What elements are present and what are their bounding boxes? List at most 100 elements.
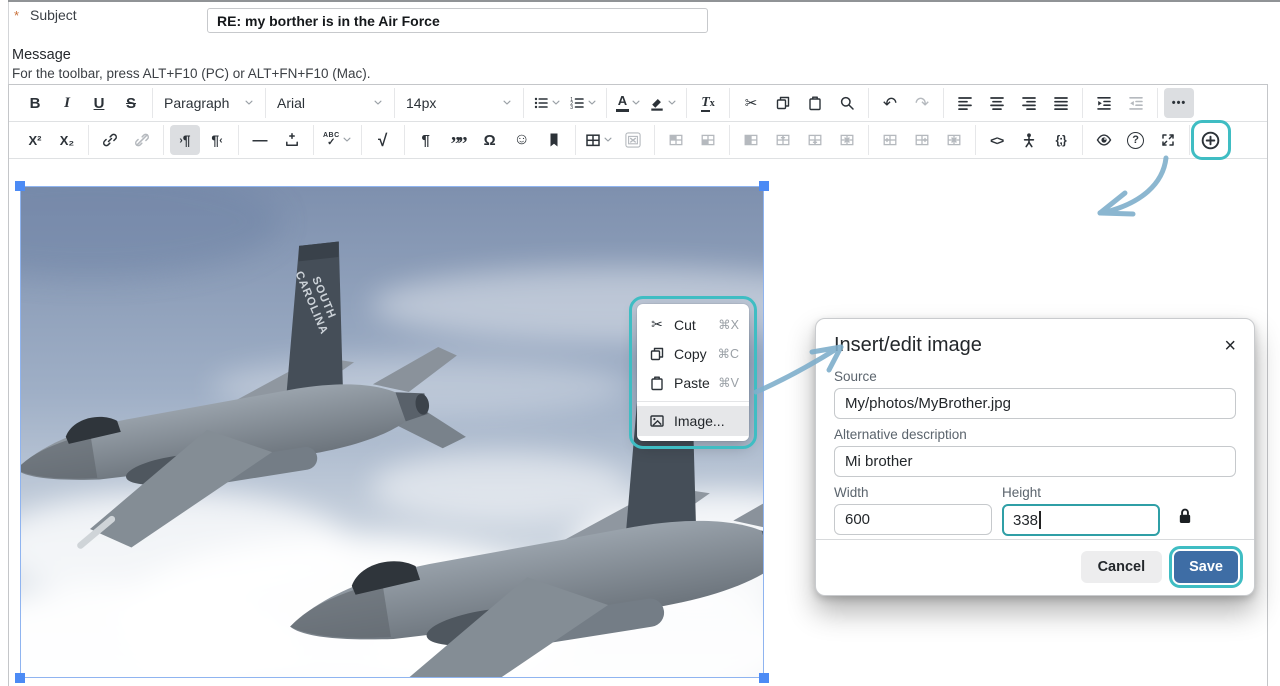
resize-handle-bottom-left[interactable] <box>15 673 25 683</box>
more-toolbar-button[interactable]: ••• <box>1164 88 1194 118</box>
page-break-button[interactable] <box>277 125 307 155</box>
insert-column-after-button[interactable] <box>907 125 937 155</box>
ltr-direction-button[interactable]: ›¶ <box>170 125 200 155</box>
text-cursor <box>1039 511 1041 529</box>
special-character-button[interactable]: Ω <box>475 125 505 155</box>
math-formula-button[interactable]: √ <box>368 125 398 155</box>
clear-formatting-button[interactable]: Tx <box>693 88 723 118</box>
align-left-icon <box>957 95 973 111</box>
chevron-down-icon <box>244 98 254 108</box>
page: * Subject Message For the toolbar, press… <box>0 0 1280 686</box>
scissors-icon: ✂ <box>647 316 667 333</box>
highlight-color-button[interactable] <box>646 88 680 118</box>
cut-button[interactable]: ✂ <box>736 88 766 118</box>
width-input[interactable] <box>834 504 992 535</box>
row-properties-button[interactable] <box>736 125 766 155</box>
insert-table-button[interactable] <box>582 125 616 155</box>
text-color-button[interactable]: A <box>613 88 644 118</box>
alt-description-input[interactable] <box>834 446 1236 477</box>
horizontal-rule-icon: — <box>253 133 268 148</box>
height-input[interactable]: 338 <box>1002 504 1160 536</box>
align-right-button[interactable] <box>1014 88 1044 118</box>
resize-handle-bottom-right[interactable] <box>759 673 769 683</box>
redo-button[interactable]: ↷ <box>907 88 937 118</box>
emoticons-button[interactable]: ☺ <box>507 125 537 155</box>
subject-input[interactable] <box>207 8 708 33</box>
copy-icon <box>775 95 791 111</box>
preview-button[interactable] <box>1089 125 1119 155</box>
undo-button[interactable]: ↶ <box>875 88 905 118</box>
question-mark-icon: ? <box>1127 132 1144 149</box>
width-label: Width <box>834 485 992 500</box>
outdent-button[interactable] <box>1121 88 1151 118</box>
constrain-proportions-lock-icon[interactable] <box>1176 507 1194 525</box>
align-left-button[interactable] <box>950 88 980 118</box>
justify-button[interactable] <box>1046 88 1076 118</box>
resize-handle-top-left[interactable] <box>15 181 25 191</box>
delete-column-button[interactable] <box>939 125 969 155</box>
bold-button[interactable]: B <box>20 88 50 118</box>
fullscreen-button[interactable] <box>1153 125 1183 155</box>
bullet-list-button[interactable] <box>530 88 564 118</box>
insert-image-plus-button[interactable] <box>1196 125 1226 155</box>
search-button[interactable] <box>832 88 862 118</box>
context-menu-item-image[interactable]: Image... <box>637 406 749 436</box>
subject-label: Subject <box>30 7 77 23</box>
resize-handle-top-right[interactable] <box>759 181 769 191</box>
show-paragraph-marks-button[interactable]: ¶ <box>411 125 441 155</box>
font-size-select[interactable]: 14px <box>401 88 517 118</box>
dialog-title: Insert/edit image <box>834 334 982 357</box>
delete-row-button[interactable] <box>832 125 862 155</box>
spellcheck-icon: ABC✓ <box>323 132 340 148</box>
insert-row-after-button[interactable] <box>800 125 830 155</box>
blockquote-button[interactable]: ”” <box>443 125 473 155</box>
align-right-icon <box>1021 95 1037 111</box>
paste-button[interactable] <box>800 88 830 118</box>
superscript-button[interactable]: X² <box>20 125 50 155</box>
insert-column-before-button[interactable] <box>875 125 905 155</box>
insert-row-after-icon <box>807 132 823 148</box>
copy-button[interactable] <box>768 88 798 118</box>
insert-edit-image-dialog: Insert/edit image × Source Alternative d… <box>815 318 1255 596</box>
insert-column-before-icon <box>882 132 898 148</box>
subscript-button[interactable]: X₂ <box>52 125 82 155</box>
outdent-icon <box>1128 95 1144 111</box>
strikethrough-button[interactable]: S <box>116 88 146 118</box>
cancel-button[interactable]: Cancel <box>1081 551 1163 583</box>
insert-row-before-button[interactable] <box>768 125 798 155</box>
chevron-down-icon <box>631 98 641 108</box>
cell-properties-icon <box>668 132 684 148</box>
anchor-button[interactable] <box>539 125 569 155</box>
paste-icon <box>647 375 667 391</box>
page-break-icon <box>284 132 300 148</box>
scissors-icon: ✂ <box>745 96 758 111</box>
accessibility-check-button[interactable] <box>1014 125 1044 155</box>
context-menu-item-cut[interactable]: ✂ Cut ⌘X <box>637 310 749 339</box>
insert-link-button[interactable] <box>95 125 125 155</box>
numbered-list-button[interactable] <box>566 88 600 118</box>
rtl-direction-button[interactable]: ¶‹ <box>202 125 232 155</box>
merge-cells-button[interactable] <box>693 125 723 155</box>
italic-button[interactable]: I <box>52 88 82 118</box>
block-format-select[interactable]: Paragraph <box>159 88 259 118</box>
remove-link-button[interactable] <box>127 125 157 155</box>
source-code-button[interactable]: <> <box>982 125 1012 155</box>
context-menu-item-copy[interactable]: Copy ⌘C <box>637 339 749 368</box>
chevron-down-icon <box>373 98 383 108</box>
dialog-close-button[interactable]: × <box>1224 336 1236 356</box>
horizontal-rule-button[interactable]: — <box>245 125 275 155</box>
align-center-button[interactable] <box>982 88 1012 118</box>
indent-button[interactable] <box>1089 88 1119 118</box>
help-button[interactable]: ? <box>1121 125 1151 155</box>
save-button[interactable]: Save <box>1174 551 1238 583</box>
merge-cells-icon <box>700 132 716 148</box>
cell-properties-button[interactable] <box>661 125 691 155</box>
source-input[interactable] <box>834 388 1236 419</box>
underline-button[interactable]: U <box>84 88 114 118</box>
code-sample-button[interactable]: {;} <box>1046 125 1076 155</box>
context-menu-item-paste[interactable]: Paste ⌘V <box>637 368 749 397</box>
indent-icon <box>1096 95 1112 111</box>
spellcheck-button[interactable]: ABC✓ <box>320 125 355 155</box>
font-family-select[interactable]: Arial <box>272 88 388 118</box>
delete-table-button[interactable] <box>618 125 648 155</box>
